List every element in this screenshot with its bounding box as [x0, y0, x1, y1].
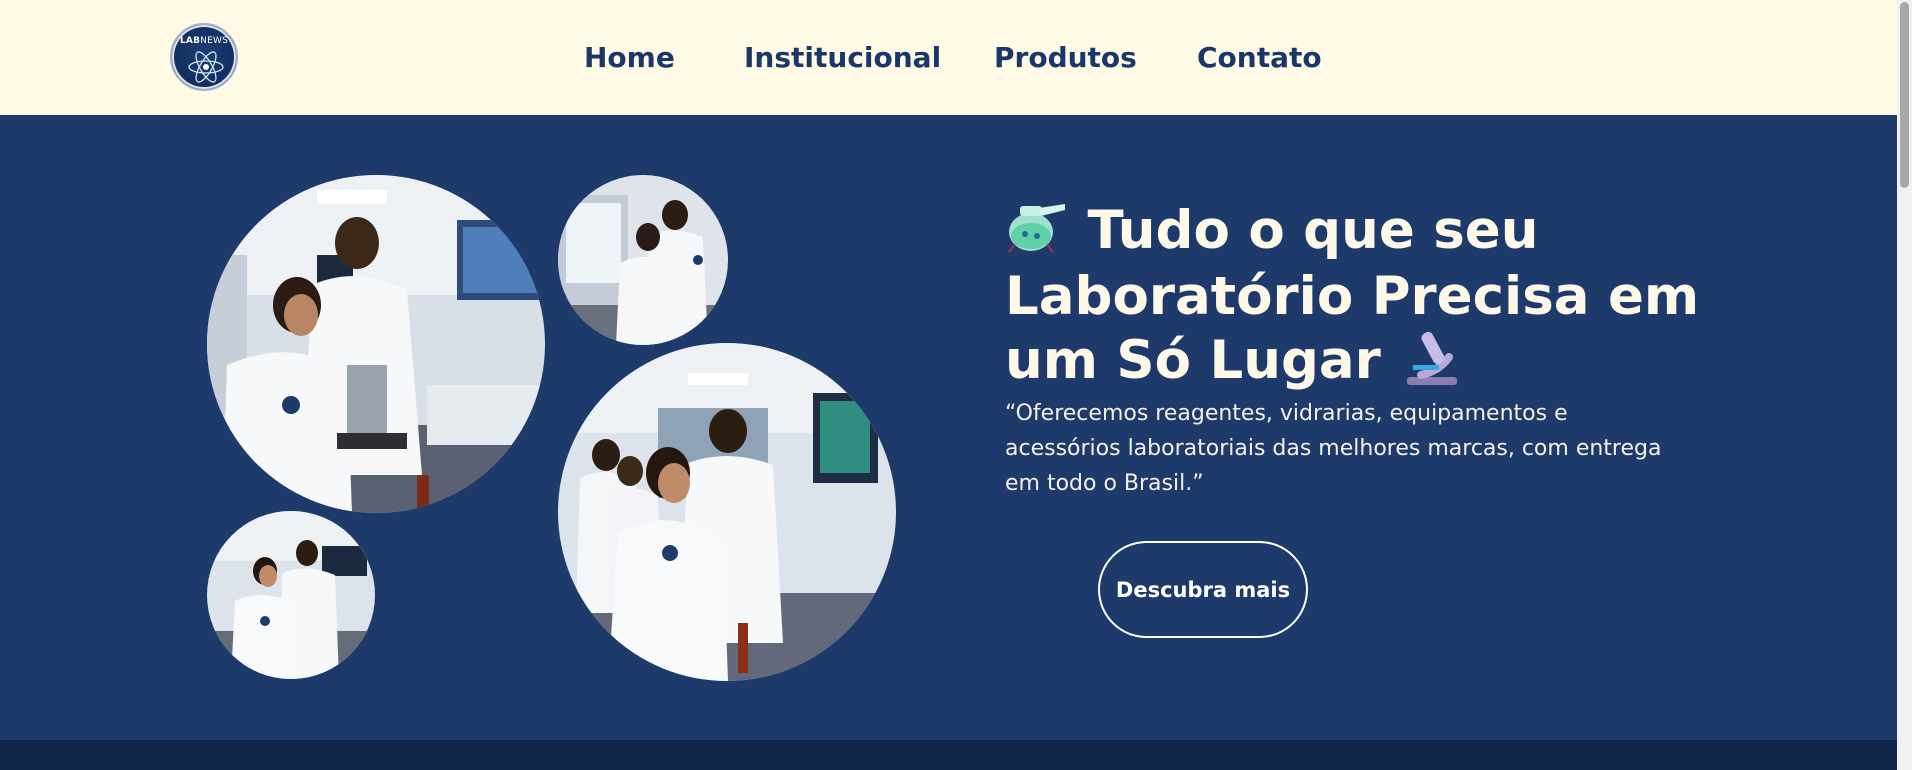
- flask-emoji-icon: [1005, 200, 1069, 267]
- nav-institucional[interactable]: Institucional: [744, 38, 941, 78]
- lab-team-microscope-photo: [207, 175, 545, 513]
- microscope-emoji-icon: [1399, 327, 1465, 400]
- nav-contato[interactable]: Contato: [1197, 38, 1322, 78]
- nav-produtos[interactable]: Produtos: [994, 38, 1137, 78]
- lab-fume-hood-photo: [558, 175, 728, 345]
- page: LABNEWS Home Institucional Produtos Cont…: [0, 0, 1912, 770]
- main-nav: Home Institucional Produtos Contato: [0, 38, 1897, 78]
- next-section-band: [0, 740, 1897, 770]
- nav-home[interactable]: Home: [584, 38, 675, 78]
- discover-more-button[interactable]: Descubra mais: [1098, 541, 1308, 638]
- hero-headline: Tudo o que seu Laboratório Precisa em um…: [1005, 200, 1705, 400]
- scroll-thumb[interactable]: [1900, 2, 1909, 188]
- site-header: LABNEWS Home Institucional Produtos Cont…: [0, 0, 1897, 115]
- hero-headline-text: Tudo o que seu Laboratório Precisa em um…: [1005, 200, 1700, 392]
- lab-team-testing-photo: [207, 511, 375, 679]
- lab-team-celebrating-photo: [558, 343, 896, 681]
- hero-lead: “Oferecemos reagentes, vidrarias, equipa…: [1005, 401, 1662, 496]
- page-scrollbar[interactable]: [1897, 0, 1912, 770]
